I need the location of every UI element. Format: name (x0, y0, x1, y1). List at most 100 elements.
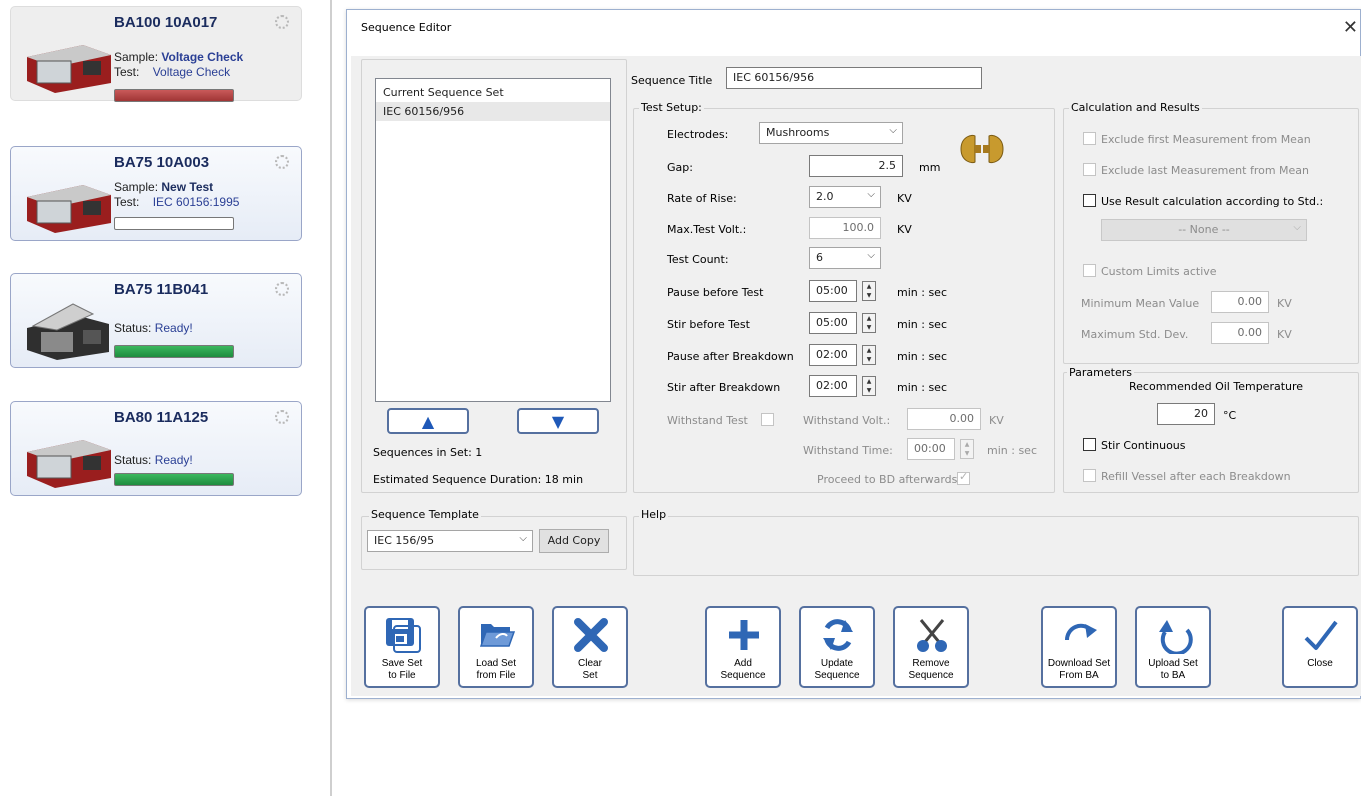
max-std-label: Maximum Std. Dev. (1081, 328, 1189, 341)
test-label: Test: (114, 65, 140, 79)
sequence-listbox[interactable]: Current Sequence Set IEC 60156/956 (375, 78, 611, 402)
spin-up-icon[interactable]: ▲ (863, 377, 875, 386)
stir-before-input[interactable]: 05:00 (809, 312, 857, 334)
stir-after-spinner[interactable]: ▲ ▼ (862, 376, 876, 396)
min-mean-input[interactable]: 0.00 (1211, 291, 1269, 313)
plus-icon (729, 620, 759, 650)
exclude-first-checkbox[interactable] (1083, 132, 1096, 145)
spin-down-icon[interactable]: ▼ (863, 291, 875, 300)
stir-continuous-checkbox[interactable] (1083, 438, 1096, 451)
sequence-title-label: Sequence Title (631, 74, 713, 87)
panel-divider (330, 0, 332, 796)
device-sample-line: Sample: Voltage Check (114, 50, 243, 64)
exclude-last-checkbox[interactable] (1083, 163, 1096, 176)
refill-checkbox[interactable] (1083, 469, 1096, 482)
spin-down-icon[interactable]: ▼ (863, 355, 875, 364)
download-set-label: Download Set From BA (1047, 658, 1111, 681)
chevron-down-icon: ⌵ (519, 533, 527, 544)
update-sequence-label: Update Sequence (814, 658, 860, 681)
remove-sequence-button[interactable]: Remove Sequence (893, 606, 969, 688)
device-card-ba75-11b041[interactable]: BA75 11B041 Status: Ready! (10, 273, 302, 368)
close-icon[interactable]: ✕ (1343, 17, 1358, 38)
electrodes-select[interactable]: Mushrooms ⌵ (759, 122, 903, 144)
connection-icon (275, 410, 289, 424)
max-volt-input[interactable]: 100.0 (809, 217, 881, 239)
oil-temp-input[interactable]: 20 (1157, 403, 1215, 425)
device-test-line: Test: Voltage Check (114, 65, 230, 79)
clear-set-label: Clear Set (578, 658, 602, 681)
gap-label: Gap: (667, 161, 693, 174)
spin-up-icon[interactable]: ▲ (961, 440, 973, 449)
device-card-ba75-10a003[interactable]: BA75 10A003 Sample: New Test Test: IEC 6… (10, 146, 302, 241)
sample-label: Sample: (114, 180, 159, 194)
time-unit: min : sec (897, 318, 947, 331)
stir-before-label: Stir before Test (667, 318, 750, 331)
withstand-volt-input[interactable]: 0.00 (907, 408, 981, 430)
rate-of-rise-select[interactable]: 2.0 ⌵ (809, 186, 881, 208)
save-set-button[interactable]: Save Set to File (364, 606, 440, 688)
download-set-button[interactable]: Download Set From BA (1041, 606, 1117, 688)
stir-after-input[interactable]: 02:00 (809, 375, 857, 397)
spin-down-icon[interactable]: ▼ (863, 386, 875, 395)
pause-before-input[interactable]: 05:00 (809, 280, 857, 302)
clear-set-button[interactable]: Clear Set (552, 606, 628, 688)
spin-down-icon[interactable]: ▼ (863, 323, 875, 332)
sequence-title-input[interactable]: IEC 60156/956 (726, 67, 982, 89)
spin-up-icon[interactable]: ▲ (863, 314, 875, 323)
gap-input[interactable]: 2.5 (809, 155, 903, 177)
std-select[interactable]: -- None -- ⌵ (1101, 219, 1307, 241)
add-sequence-button[interactable]: Add Sequence (705, 606, 781, 688)
rate-of-rise-label: Rate of Rise: (667, 192, 737, 205)
test-value: IEC 60156:1995 (152, 195, 240, 209)
pause-before-label: Pause before Test (667, 286, 764, 299)
min-mean-label: Minimum Mean Value (1081, 297, 1200, 310)
pause-after-input[interactable]: 02:00 (809, 344, 857, 366)
withstand-volt-unit: KV (989, 414, 1004, 427)
spin-up-icon[interactable]: ▲ (863, 346, 875, 355)
pause-before-spinner[interactable]: ▲ ▼ (862, 281, 876, 301)
upload-set-label: Upload Set to BA (1148, 658, 1198, 681)
withstand-time-input[interactable]: 00:00 (907, 438, 955, 460)
device-sample-line: Sample: New Test (114, 180, 213, 194)
upload-set-button[interactable]: Upload Set to BA (1135, 606, 1211, 688)
move-down-button[interactable]: ▼ (517, 408, 599, 434)
template-select[interactable]: IEC 156/95 ⌵ (367, 530, 533, 552)
status-label: Status: (114, 453, 152, 467)
tester-device-image (27, 303, 109, 360)
device-card-ba80[interactable]: BA80 11A125 Status: Ready! (10, 401, 302, 496)
refresh-icon (823, 619, 853, 651)
load-set-button[interactable]: Load Set from File (458, 606, 534, 688)
max-std-input[interactable]: 0.00 (1211, 322, 1269, 344)
withstand-time-unit: min : sec (987, 444, 1037, 457)
update-sequence-button[interactable]: Update Sequence (799, 606, 875, 688)
pause-after-spinner[interactable]: ▲ ▼ (862, 345, 876, 365)
device-status-bar (114, 217, 234, 230)
spin-up-icon[interactable]: ▲ (863, 282, 875, 291)
pause-after-label: Pause after Breakdown (667, 350, 794, 363)
help-legend: Help (639, 508, 669, 521)
list-header: Current Sequence Set (383, 86, 504, 99)
test-count-select[interactable]: 6 ⌵ (809, 247, 881, 269)
proceed-checkbox[interactable]: ✓ (957, 470, 970, 485)
device-card-ba100[interactable]: BA100 10A017 Sample: Voltage Check Test:… (10, 6, 302, 102)
spin-down-icon[interactable]: ▼ (961, 449, 973, 458)
connection-icon (275, 282, 289, 296)
add-copy-button[interactable]: Add Copy (539, 529, 609, 553)
rate-unit: KV (897, 192, 912, 205)
withstand-time-label: Withstand Time: (803, 444, 893, 457)
estimated-duration: Estimated Sequence Duration: 18 min (373, 473, 584, 486)
time-unit: min : sec (897, 286, 947, 299)
move-up-button[interactable]: ▲ (387, 408, 469, 434)
use-std-label: Use Result calculation according to Std.… (1101, 195, 1324, 208)
clear-x-icon (574, 618, 608, 652)
use-std-checkbox[interactable] (1083, 194, 1096, 207)
list-item[interactable]: IEC 60156/956 (376, 102, 610, 121)
stir-before-spinner[interactable]: ▲ ▼ (862, 313, 876, 333)
device-status-line: Status: Ready! (114, 321, 193, 335)
custom-limits-checkbox[interactable] (1083, 264, 1096, 277)
device-name: BA100 10A017 (114, 14, 218, 31)
withstand-test-checkbox[interactable] (761, 413, 774, 426)
checkmark-icon: ✓ (959, 470, 969, 483)
withstand-time-spinner[interactable]: ▲ ▼ (960, 439, 974, 459)
close-button[interactable]: Close (1282, 606, 1358, 688)
